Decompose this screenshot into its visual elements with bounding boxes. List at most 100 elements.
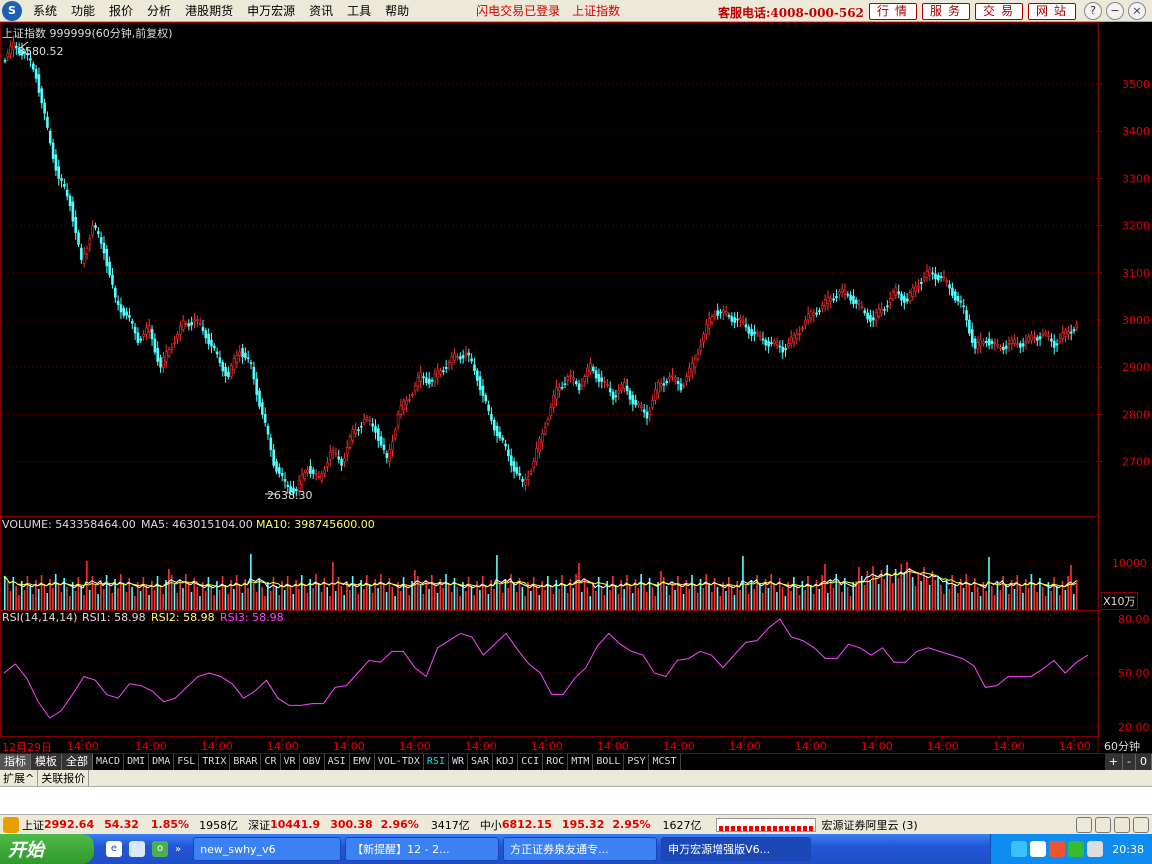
candle-body (1072, 329, 1076, 332)
indicator-tab-mcst[interactable]: MCST (649, 754, 681, 770)
menu-hk-futures[interactable]: 港股期货 (178, 2, 240, 19)
indicator-tab-dma[interactable]: DMA (149, 754, 175, 770)
chart-area[interactable]: 2700 2800 2900 3000 3100 3200 3300 3400 3500 1000… (0, 22, 1152, 754)
tray-arrow-icon[interactable] (1011, 841, 1028, 857)
indicator-tab-vol-tdx[interactable]: VOL-TDX (375, 754, 424, 770)
tray-app-icon[interactable] (1030, 841, 1047, 857)
candle-body (597, 373, 601, 382)
website-button[interactable]: 网站 (1028, 3, 1076, 20)
volume-bar (213, 595, 215, 610)
candle-body (108, 261, 111, 276)
indicator-tab-cr[interactable]: CR (261, 754, 281, 770)
tab-all[interactable]: 全部 (62, 754, 93, 770)
taskbar-item-reminder[interactable]: 【新提醒】12 - 2... (345, 837, 500, 861)
tray-security-icon[interactable] (1049, 841, 1066, 857)
candle-body (408, 398, 411, 401)
menu-info[interactable]: 资讯 (302, 2, 340, 19)
volume-bar (100, 580, 102, 610)
desktop-icon[interactable] (129, 841, 145, 857)
ie-icon[interactable]: e (106, 841, 122, 857)
indicator-tab-cci[interactable]: CCI (518, 754, 544, 770)
volume-bar (744, 585, 747, 610)
tab-template[interactable]: 模板 (31, 754, 62, 770)
taskbar-item-swhy[interactable]: 申万宏源增强版V6... (661, 837, 812, 861)
reset-button[interactable]: 0 (1136, 754, 1152, 770)
price-axis-label: 2700 (1122, 456, 1150, 469)
menu-quote[interactable]: 报价 (102, 2, 140, 19)
candle-body (275, 461, 278, 472)
quote-button[interactable]: 行情 (869, 3, 917, 20)
tab-extend[interactable]: 扩展^ (0, 769, 39, 787)
indicator-tab-psy[interactable]: PSY (624, 754, 650, 770)
indicator-tab-emv[interactable]: EMV (350, 754, 375, 770)
candle-body (12, 42, 15, 51)
indicator-tab-kdj[interactable]: KDJ (493, 754, 519, 770)
tray-play-icon[interactable] (1068, 841, 1085, 857)
tab-indicator[interactable]: 指标 (0, 754, 31, 770)
candle-body (447, 362, 451, 366)
taskbar-item-folder[interactable]: new_swhy_v6 (193, 837, 342, 861)
indicator-tab-wr[interactable]: WR (449, 754, 469, 770)
volume-bar (484, 585, 487, 610)
menu-analysis[interactable]: 分析 (140, 2, 178, 19)
close-icon[interactable]: × (1128, 2, 1146, 20)
help-icon[interactable]: ? (1084, 2, 1102, 20)
menu-function[interactable]: 功能 (64, 2, 102, 19)
indicator-tab-trix[interactable]: TRIX (199, 754, 231, 770)
candle-body (818, 310, 821, 313)
alert-icon[interactable] (3, 816, 19, 833)
kline-chart[interactable]: 2700 2800 2900 3000 3100 3200 3300 3400 3500 1000… (0, 22, 1152, 753)
indicator-tab-mtm[interactable]: MTM (568, 754, 594, 770)
indicator-tab-sar[interactable]: SAR (468, 754, 494, 770)
menu-help[interactable]: 帮助 (378, 2, 416, 19)
indicator-tab-roc[interactable]: ROC (543, 754, 569, 770)
candle-body (300, 474, 304, 486)
indicator-tab-brar[interactable]: BRAR (230, 754, 262, 770)
candle-body (852, 296, 855, 305)
network-icon[interactable] (1114, 816, 1130, 833)
candle-body (558, 386, 561, 392)
candle-body (753, 331, 756, 335)
app-logo[interactable]: S (2, 0, 22, 21)
minimize-icon[interactable]: − (1106, 2, 1124, 20)
indicator-tab-vr[interactable]: VR (281, 754, 300, 770)
candle-body (478, 376, 482, 391)
period-label[interactable]: 60分钟 (1104, 738, 1140, 754)
indicator-tab-dmi[interactable]: DMI (124, 754, 150, 770)
menu-swhy[interactable]: 申万宏源 (240, 2, 302, 19)
indicator-tab-obv[interactable]: OBV (300, 754, 325, 770)
candle-body (105, 248, 109, 267)
tab-related-quote[interactable]: 关联报价 (38, 769, 90, 787)
volume-bar (131, 587, 133, 610)
volume-bar (937, 576, 939, 610)
indicator-tab-rsi[interactable]: RSI (424, 754, 449, 770)
indicator-tab-boll[interactable]: BOLL (593, 754, 625, 770)
candle-body (9, 45, 12, 54)
candle-body (379, 436, 383, 446)
candle-body (116, 300, 120, 305)
quicklaunch-more-icon[interactable]: » (175, 844, 181, 855)
zoom-in-button[interactable]: + (1104, 754, 1124, 770)
indicator-tab-asi[interactable]: ASI (325, 754, 350, 770)
start-button[interactable]: 开始 (0, 834, 94, 864)
menu-system[interactable]: 系统 (26, 2, 64, 19)
wifi-icon[interactable] (1095, 816, 1111, 833)
candle-body (716, 310, 719, 316)
broker-server[interactable]: 宏源证券阿里云 (3) (822, 817, 918, 833)
indicator-tab-macd[interactable]: MACD (93, 754, 125, 770)
window-icon[interactable] (1076, 816, 1092, 833)
candle-body (741, 320, 745, 323)
volume-bar (1058, 595, 1061, 610)
menu-tools[interactable]: 工具 (340, 2, 378, 19)
taskbar-item-fangzheng[interactable]: 方正证券泉友通专... (503, 837, 658, 861)
zoom-out-button[interactable]: - (1123, 754, 1136, 770)
volume-bar (303, 584, 306, 610)
lock-icon[interactable] (1133, 816, 1149, 833)
volume-bar (326, 587, 329, 610)
indicator-tab-fsl[interactable]: FSL (174, 754, 200, 770)
trade-button[interactable]: 交易 (975, 3, 1023, 20)
media-icon[interactable]: o (152, 841, 168, 857)
service-button[interactable]: 服务 (922, 3, 970, 20)
tray-volume-icon[interactable] (1087, 841, 1104, 857)
volume-bar (43, 584, 46, 610)
